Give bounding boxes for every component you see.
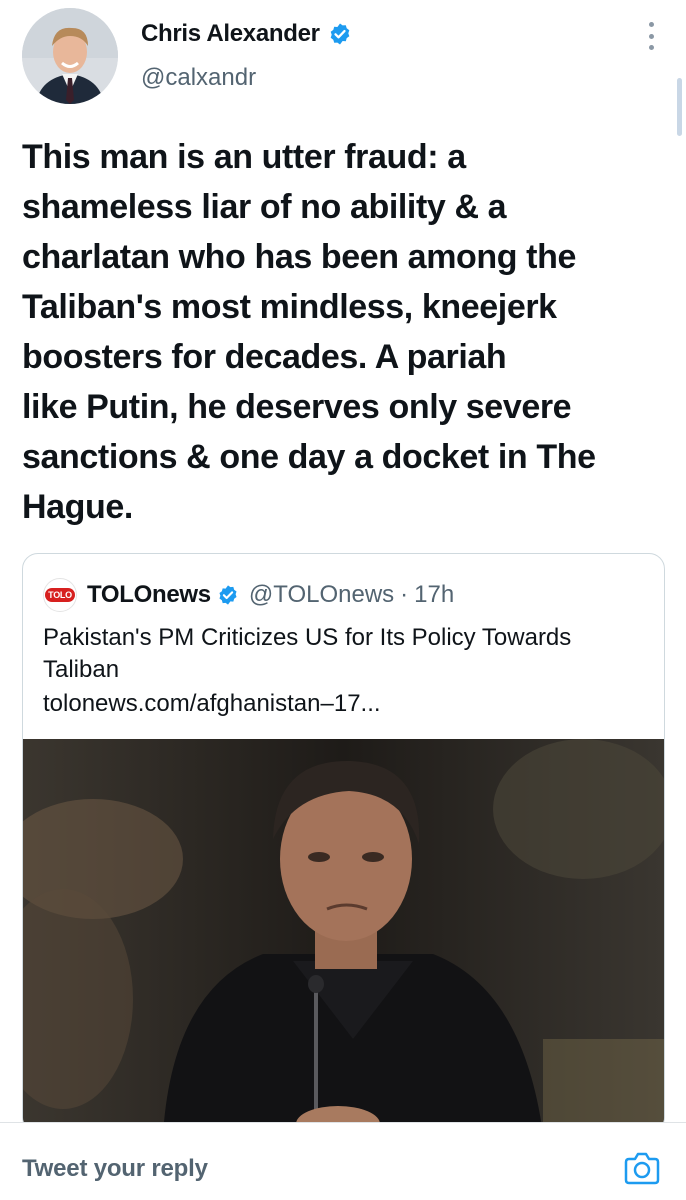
separator-dot: · xyxy=(400,581,409,608)
quoted-tweet-line: Pakistan's PM Criticizes US for Its Poli… xyxy=(43,624,572,651)
quoted-author-name: TOLOnews xyxy=(87,581,211,608)
tolonews-logo: TOLO xyxy=(43,578,77,612)
quoted-tweet-header: TOLO TOLOnews @TOLOnews · 17h xyxy=(43,578,454,612)
author-name-text: Chris Alexander xyxy=(141,20,320,47)
quoted-tweet-time: 17h xyxy=(414,581,455,608)
author-display-name[interactable]: Chris Alexander xyxy=(141,20,352,48)
camera-icon[interactable] xyxy=(624,1151,660,1185)
verified-badge-icon xyxy=(330,23,349,45)
reply-input[interactable]: Tweet your reply xyxy=(22,1155,208,1183)
reply-bar: Tweet your reply xyxy=(0,1122,686,1200)
quoted-tweet-line: Taliban xyxy=(43,656,120,683)
tweet-text: This man is an utter fraud: a shameless … xyxy=(22,132,672,532)
verified-badge-icon xyxy=(219,585,237,605)
tweet-line: sanctions & one day a docket in The xyxy=(22,438,596,476)
tweet-line: boosters for decades. A pariah xyxy=(22,338,507,376)
tolonews-logo-text: TOLO xyxy=(45,588,75,602)
author-avatar[interactable] xyxy=(22,8,118,104)
tweet-line: like Putin, he deserves only severe xyxy=(22,388,572,426)
scrollbar[interactable] xyxy=(677,78,682,136)
tweet-line: Hague. xyxy=(22,488,133,526)
quoted-tweet-image[interactable] xyxy=(23,739,664,1132)
quoted-tweet-text: Pakistan's PM Criticizes US for Its Poli… xyxy=(43,622,643,686)
quoted-author-handle: @TOLOnews xyxy=(248,581,395,608)
quoted-tweet-card[interactable]: TOLO TOLOnews @TOLOnews · 17h Pakistan's… xyxy=(22,553,665,1133)
tweet-line: This man is an utter fraud: a xyxy=(22,138,466,176)
author-handle[interactable]: @calxandr xyxy=(141,64,256,92)
tweet-line: Taliban's most mindless, kneejerk xyxy=(22,288,557,326)
more-options-icon[interactable] xyxy=(645,22,657,50)
tweet-line: charlatan who has been among the xyxy=(22,238,576,276)
quoted-tweet-link[interactable]: tolonews.com/afghanistan–17... xyxy=(43,690,381,718)
tweet-line: shameless liar of no ability & a xyxy=(22,188,507,226)
